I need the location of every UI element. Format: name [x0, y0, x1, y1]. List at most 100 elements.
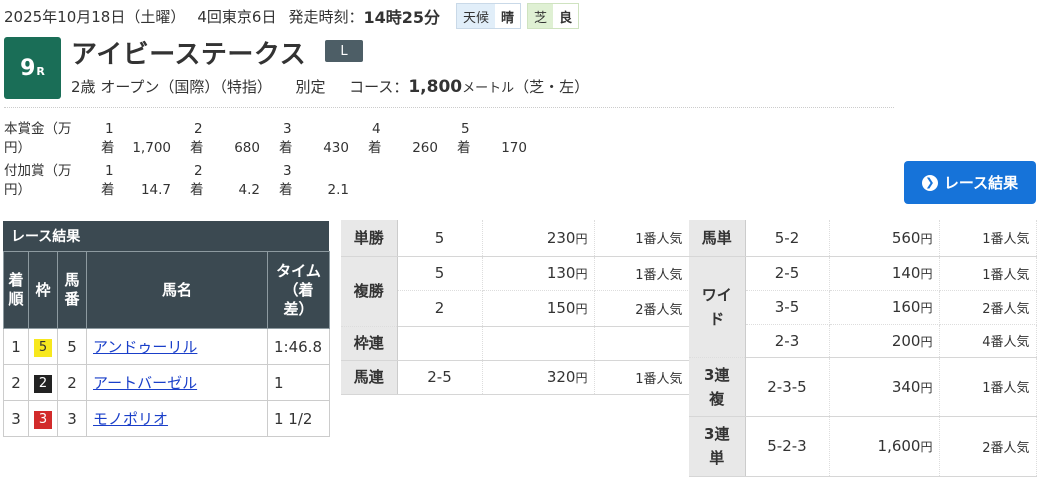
- payout-row: 3連単 5-2-3 1,600円 2番人気: [689, 416, 1037, 477]
- post-time-label: 発走時刻：: [288, 7, 364, 26]
- time: 1:46.8: [267, 328, 330, 365]
- weather-value: 晴: [495, 4, 521, 28]
- prize-rank-suffix: 着: [279, 182, 293, 198]
- prize-rank-suffix: 着: [368, 140, 382, 156]
- track-condition: 良: [553, 4, 579, 28]
- track-label: 芝: [528, 4, 554, 28]
- payout-amount: [482, 326, 595, 361]
- payout-row: 馬連 2-5 320円 1番人気: [341, 360, 690, 395]
- table-row: 2 2 2 アートバーゼル 1: [3, 364, 330, 401]
- horse-name-link[interactable]: アートバーゼル: [93, 374, 197, 392]
- race-number: 9: [20, 55, 36, 81]
- horse-name-cell: モノポリオ: [86, 400, 268, 437]
- payout-amount: 230円: [482, 220, 595, 257]
- prize-rank: 2: [194, 163, 203, 179]
- payout-amount: 130円: [482, 256, 595, 291]
- prize-rank: 1: [105, 121, 114, 137]
- race-conditions: 2歳 オープン（国際）（特指） 別定 コース：1,800メートル（芝・左）: [71, 76, 589, 97]
- bet-type: 枠連: [341, 326, 398, 361]
- prize-rank-suffix: 着: [279, 140, 293, 156]
- combination: 3-5: [745, 290, 830, 325]
- popularity: 1番人気: [939, 357, 1037, 417]
- bet-type: 馬単: [689, 220, 746, 257]
- payout-amount: 200円: [829, 324, 940, 358]
- popularity: 1番人気: [939, 256, 1037, 291]
- result-table: 着順 枠 馬番 馬名 タイム （着 差） 1 5 5 アンドゥーリル 1:46.8 …: [3, 251, 330, 437]
- extra-prize-label: 付加賞（万 円）: [4, 163, 72, 198]
- combination: 2-5: [745, 256, 830, 291]
- race-number-suffix: R: [36, 64, 45, 78]
- waku: 3: [28, 400, 58, 437]
- combination: 2-3: [745, 324, 830, 358]
- prize-rank-suffix: 着: [457, 140, 471, 156]
- prize-amount: 430: [323, 140, 349, 156]
- race-result-button-label: レース結果: [943, 174, 1019, 192]
- popularity: 1番人気: [594, 360, 690, 395]
- prize-rank-suffix: 着: [190, 182, 204, 198]
- weather-label: 天候: [457, 4, 496, 28]
- combination: 5: [397, 220, 483, 257]
- track-badge: 芝 良: [527, 3, 580, 29]
- combination: 5-2: [745, 220, 830, 257]
- table-row: 1 5 5 アンドゥーリル 1:46.8: [3, 328, 330, 365]
- umaban: 3: [57, 400, 87, 437]
- prize-rank-suffix: 着: [190, 140, 204, 156]
- payout-row: 複勝 5 130円 1番人気: [341, 256, 690, 327]
- race-name: アイビーステークス: [71, 40, 307, 70]
- result-table-panel: レース結果 着順 枠 馬番 馬名 タイム （着 差） 1 5 5 アンドゥーリル 1…: [3, 221, 330, 437]
- prize-rank-suffix: 着: [101, 140, 115, 156]
- prize-rank: 4: [372, 121, 381, 137]
- race-info-line: 2025年10月18日（土曜） 4回東京6日 発走時刻： 14時25分 天候 晴…: [4, 3, 580, 29]
- prize-rank: 1: [105, 163, 114, 179]
- waku: 5: [28, 328, 58, 365]
- prize-rank: 3: [283, 163, 292, 179]
- weather-badge: 天候 晴: [456, 3, 522, 29]
- popularity: 4番人気: [939, 324, 1037, 358]
- popularity: 1番人気: [594, 256, 690, 291]
- waku-badge: 3: [34, 410, 52, 429]
- race-date: 2025年10月18日（土曜）: [4, 7, 186, 26]
- grade-badge: L: [325, 40, 363, 62]
- horse-name-link[interactable]: アンドゥーリル: [93, 338, 197, 356]
- prize-amount: 680: [234, 140, 260, 156]
- bet-type: ワイド: [689, 256, 746, 358]
- waku: 2: [28, 364, 58, 401]
- post-time: 14時25分: [363, 8, 441, 27]
- payout-row: 単勝 5 230円 1番人気: [341, 220, 690, 257]
- rank: 3: [3, 400, 29, 437]
- race-number-badge: 9R: [4, 37, 61, 99]
- meeting: 4回東京6日: [197, 7, 277, 26]
- combination: 2-5: [397, 360, 483, 395]
- bet-type: 3連単: [689, 416, 746, 477]
- course-detail: （芝・左）: [514, 78, 590, 96]
- bet-type: 複勝: [341, 256, 398, 327]
- payout-amount: 320円: [482, 360, 595, 395]
- payout-amount: 340円: [829, 357, 940, 417]
- prize-rank: 3: [283, 121, 292, 137]
- popularity: 1番人気: [939, 220, 1037, 257]
- payout-amount: 1,600円: [829, 416, 940, 477]
- distance-unit: メートル: [462, 81, 515, 96]
- combination: 2: [397, 290, 483, 327]
- course-label: コース：: [349, 78, 409, 96]
- payout-row: ワイド 2-5 140円 1番人気: [689, 256, 1037, 358]
- popularity: 1番人気: [594, 220, 690, 257]
- race-result-button[interactable]: ❯ レース結果: [904, 161, 1036, 204]
- payout-amount: 560円: [829, 220, 940, 257]
- umaban: 2: [57, 364, 87, 401]
- payout-amount: 150円: [482, 290, 595, 327]
- distance: 1,800: [408, 77, 463, 97]
- prize-amount: 14.7: [140, 182, 171, 198]
- waku-badge: 5: [34, 338, 52, 357]
- table-row: 3 3 3 モノポリオ 1 1/2: [3, 400, 330, 437]
- col-waku: 枠: [28, 251, 58, 329]
- bet-type: 3連複: [689, 357, 746, 417]
- popularity: [594, 326, 690, 361]
- combination: 5-2-3: [745, 416, 830, 477]
- payout-row: 馬単 5-2 560円 1番人気: [689, 220, 1037, 257]
- prize-amount: 260: [412, 140, 438, 156]
- prize-amount: 4.2: [238, 182, 260, 198]
- waku-badge: 2: [34, 374, 52, 393]
- bet-type: 単勝: [341, 220, 398, 257]
- horse-name-link[interactable]: モノポリオ: [93, 410, 168, 428]
